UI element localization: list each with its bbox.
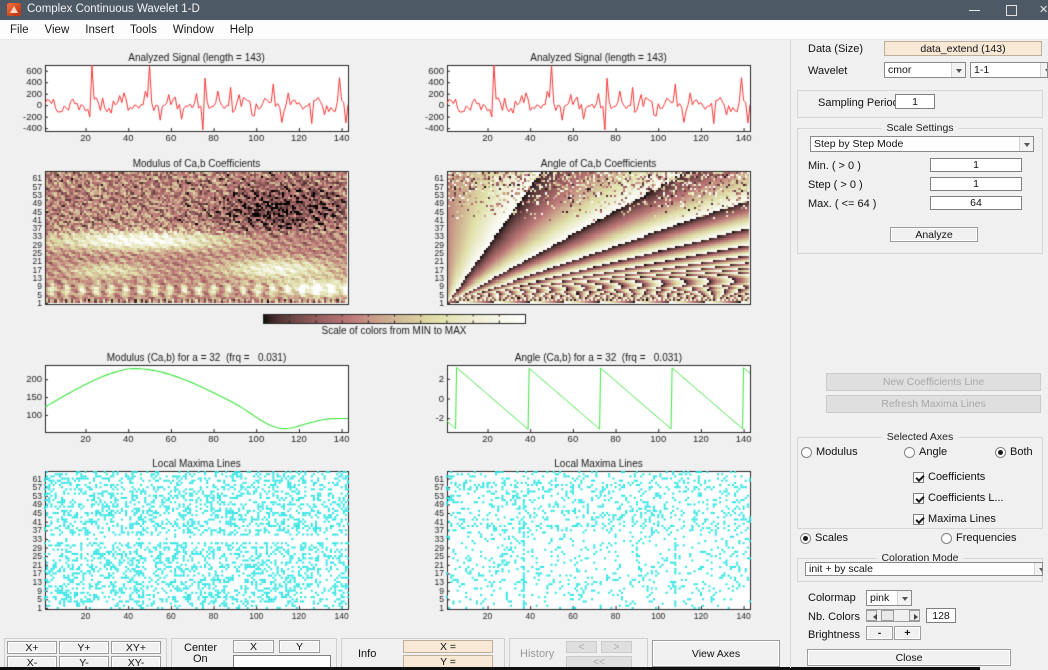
- menu-bar: File View Insert Tools Window Help: [0, 20, 1048, 40]
- radio-frequencies-label: Frequencies: [956, 532, 1017, 544]
- menu-help[interactable]: Help: [222, 20, 262, 40]
- chevron-down-icon[interactable]: [1034, 563, 1043, 575]
- wavelet-param-value: 1-1: [974, 64, 989, 76]
- menu-view[interactable]: View: [37, 20, 78, 40]
- app-window: Complex Continuous Wavelet 1-D ✕ File Vi…: [0, 0, 1048, 670]
- wavelet-family-value: cmor: [888, 64, 911, 76]
- radio-frequencies[interactable]: [941, 533, 952, 544]
- radio-scales[interactable]: [800, 533, 811, 544]
- max-input[interactable]: 64: [930, 196, 1022, 210]
- new-coefficients-line-button[interactable]: New Coefficients Line: [826, 373, 1041, 391]
- nb-colors-label: Nb. Colors: [808, 611, 860, 623]
- refresh-maxima-lines-button[interactable]: Refresh Maxima Lines: [826, 395, 1041, 413]
- min-label: Min. ( > 0 ): [808, 160, 861, 172]
- selected-axes-title: Selected Axes: [882, 431, 959, 443]
- close-icon[interactable]: ✕: [1039, 3, 1048, 17]
- brightness-minus-button[interactable]: -: [866, 626, 893, 640]
- slider-thumb[interactable]: [881, 610, 894, 621]
- step-input[interactable]: 1: [930, 177, 1022, 191]
- colormap-dropdown[interactable]: pink: [866, 590, 912, 606]
- brightness-plus-button[interactable]: +: [894, 626, 921, 640]
- data-size-label: Data (Size): [808, 43, 863, 55]
- radio-both[interactable]: [995, 447, 1006, 458]
- radio-modulus[interactable]: [801, 447, 812, 458]
- coloration-mode-value: init + by scale: [809, 563, 873, 575]
- menu-insert[interactable]: Insert: [77, 20, 122, 40]
- history-next-button[interactable]: >: [601, 641, 632, 653]
- checkbox-coefficients-line[interactable]: [913, 493, 924, 504]
- radio-angle-label: Angle: [919, 446, 947, 458]
- chevron-down-icon[interactable]: [951, 63, 965, 77]
- minimize-icon[interactable]: [969, 10, 980, 11]
- step-label: Step ( > 0 ): [808, 179, 863, 191]
- nb-colors-slider[interactable]: [866, 609, 920, 622]
- checkbox-coefficients[interactable]: [913, 472, 924, 483]
- colormap-value: pink: [870, 592, 889, 604]
- slider-left-arrow-icon[interactable]: [866, 610, 877, 621]
- zoom-y-plus-button[interactable]: Y+: [59, 641, 109, 654]
- checkbox-coefficients-label: Coefficients: [928, 471, 985, 483]
- data-name-field: data_extend (143): [884, 41, 1042, 56]
- panel-separator: [790, 40, 791, 668]
- chevron-down-icon[interactable]: [1040, 63, 1048, 77]
- radio-scales-label: Scales: [815, 532, 848, 544]
- radio-both-label: Both: [1010, 446, 1033, 458]
- analyze-button[interactable]: Analyze: [890, 227, 978, 242]
- checkbox-maxima-lines-label: Maxima Lines: [928, 513, 996, 525]
- history-prev-button[interactable]: <: [566, 641, 597, 653]
- scale-mode-dropdown[interactable]: Step by Step Mode: [810, 136, 1034, 152]
- nb-colors-input[interactable]: 128: [926, 608, 956, 623]
- chevron-down-icon[interactable]: [1019, 137, 1033, 151]
- radio-modulus-label: Modulus: [816, 446, 858, 458]
- coloration-mode-dropdown[interactable]: init + by scale: [805, 562, 1043, 576]
- menu-file[interactable]: File: [2, 20, 37, 40]
- info-label: Info: [358, 648, 376, 660]
- checkbox-maxima-lines[interactable]: [913, 514, 924, 525]
- min-input[interactable]: 1: [930, 158, 1022, 172]
- wavelet-param-dropdown[interactable]: 1-1: [970, 62, 1048, 78]
- close-button[interactable]: Close: [807, 649, 1011, 666]
- title-bar: Complex Continuous Wavelet 1-D ✕: [0, 0, 1048, 20]
- scale-settings-title: Scale Settings: [881, 122, 958, 134]
- history-label: History: [520, 648, 554, 660]
- colormap-label: Colormap: [808, 592, 856, 604]
- window-title: Complex Continuous Wavelet 1-D: [27, 3, 200, 15]
- wavelet-family-dropdown[interactable]: cmor: [884, 62, 966, 78]
- radio-angle[interactable]: [904, 447, 915, 458]
- center-x-button[interactable]: X: [233, 640, 274, 653]
- menu-tools[interactable]: Tools: [122, 20, 165, 40]
- info-x-field: X =: [403, 640, 493, 653]
- sampling-period-input[interactable]: 1: [895, 94, 935, 109]
- wavelet-label: Wavelet: [808, 65, 847, 77]
- maximize-icon[interactable]: [1006, 5, 1017, 16]
- menu-window[interactable]: Window: [165, 20, 222, 40]
- matlab-icon: [7, 3, 21, 16]
- max-label: Max. ( <= 64 ): [808, 198, 876, 210]
- zoom-x-plus-button[interactable]: X+: [7, 641, 57, 654]
- center-on-label-line2: On: [193, 653, 208, 665]
- slider-right-arrow-icon[interactable]: [909, 610, 920, 621]
- chevron-down-icon[interactable]: [897, 591, 911, 605]
- center-y-button[interactable]: Y: [279, 640, 320, 653]
- brightness-label: Brightness: [808, 629, 860, 641]
- scale-mode-value: Step by Step Mode: [814, 138, 903, 150]
- zoom-xy-plus-button[interactable]: XY+: [111, 641, 161, 654]
- checkbox-coefficients-line-label: Coefficients L...: [928, 492, 1004, 504]
- view-axes-button[interactable]: View Axes: [652, 640, 780, 667]
- sampling-period-label: Sampling Period: [818, 97, 899, 109]
